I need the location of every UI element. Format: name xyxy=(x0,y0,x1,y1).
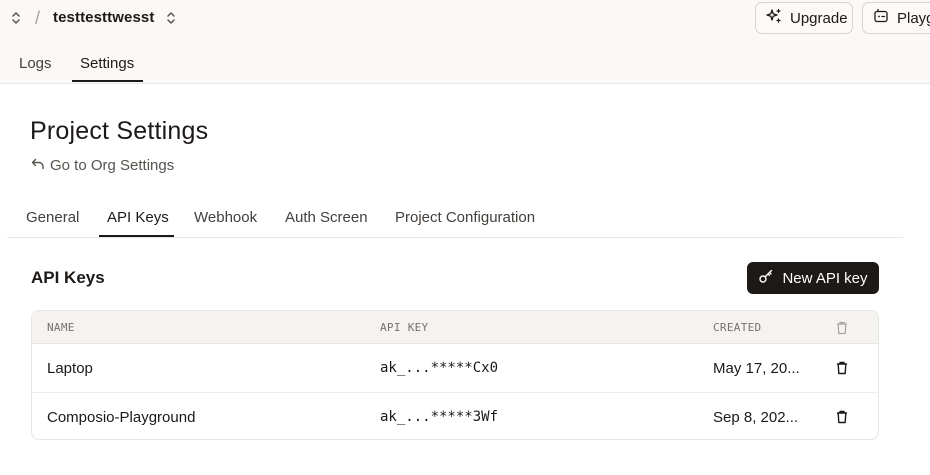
key-value: ak_...*****3Wf xyxy=(380,409,499,425)
upgrade-label: Upgrade xyxy=(790,9,848,27)
trash-icon[interactable] xyxy=(835,409,849,425)
column-api-key: API KEY xyxy=(380,321,429,334)
trash-icon xyxy=(835,320,849,336)
tab-project-configuration[interactable]: Project Configuration xyxy=(395,209,535,226)
tab-logs[interactable]: Logs xyxy=(19,55,52,72)
key-created: Sep 8, 202... xyxy=(713,409,799,426)
tab-settings[interactable]: Settings xyxy=(80,55,134,72)
section-title: API Keys xyxy=(31,268,105,287)
active-subtab-indicator xyxy=(99,235,174,237)
column-created: CREATED xyxy=(713,321,762,334)
key-icon xyxy=(758,268,774,288)
new-api-key-label: New API key xyxy=(782,269,868,287)
playground-button[interactable]: Playg xyxy=(862,2,930,34)
org-settings-link[interactable]: Go to Org Settings xyxy=(31,157,174,174)
active-tab-indicator xyxy=(72,80,143,82)
undo-arrow-icon xyxy=(31,157,45,174)
sparkles-icon xyxy=(766,8,782,28)
playground-label: Playg xyxy=(897,9,930,27)
project-chevrons-icon[interactable] xyxy=(164,10,178,26)
key-name: Composio-Playground xyxy=(47,409,196,426)
top-bar: / testtesttwesst Upgrade Playg Logs Sett… xyxy=(0,0,930,84)
tab-general[interactable]: General xyxy=(26,209,79,226)
tab-auth-screen[interactable]: Auth Screen xyxy=(285,209,368,226)
page-title: Project Settings xyxy=(30,117,209,145)
org-settings-label: Go to Org Settings xyxy=(50,157,175,174)
bot-icon xyxy=(873,8,889,28)
column-name: NAME xyxy=(47,321,75,334)
tab-api-keys[interactable]: API Keys xyxy=(107,209,169,226)
key-value: ak_...*****Cx0 xyxy=(380,360,499,376)
project-name[interactable]: testtesttwesst xyxy=(53,9,154,26)
table-row: Composio-Playground ak_...*****3Wf Sep 8… xyxy=(32,392,878,439)
settings-tabs: General API Keys Webhook Auth Screen Pro… xyxy=(7,200,903,238)
api-keys-table: NAME API KEY CREATED Laptop ak_...*****C… xyxy=(31,310,879,440)
breadcrumb-separator: / xyxy=(35,8,41,28)
key-name: Laptop xyxy=(47,360,93,377)
trash-icon[interactable] xyxy=(835,360,849,376)
chevrons-up-down-icon[interactable] xyxy=(9,10,23,26)
key-created: May 17, 20... xyxy=(713,360,800,377)
table-row: Laptop ak_...*****Cx0 May 17, 20... xyxy=(32,344,878,392)
tab-webhook[interactable]: Webhook xyxy=(194,209,257,226)
table-header: NAME API KEY CREATED xyxy=(32,311,878,344)
upgrade-button[interactable]: Upgrade xyxy=(755,2,853,34)
new-api-key-button[interactable]: New API key xyxy=(747,262,879,294)
